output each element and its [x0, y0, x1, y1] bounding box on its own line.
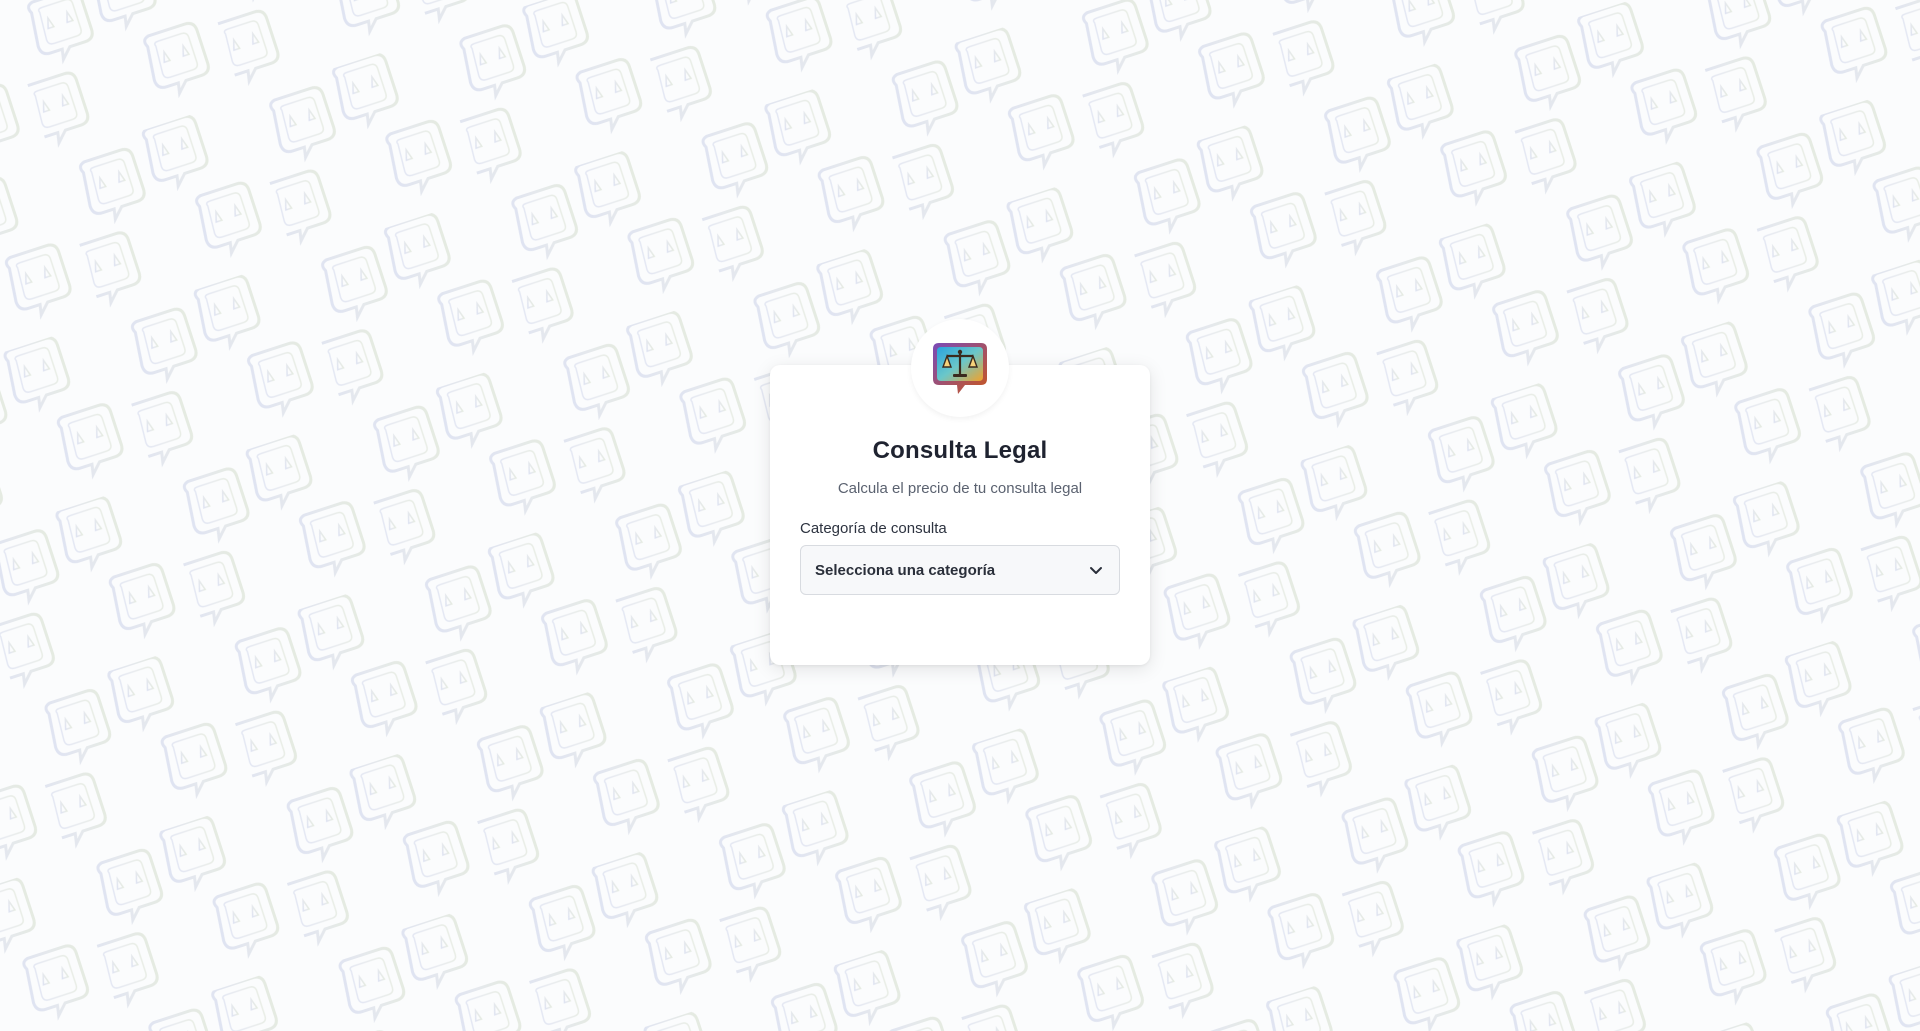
consultation-card: Consulta Legal Calcula el precio de tu c… [770, 319, 1150, 665]
category-label: Categoría de consulta [800, 520, 947, 537]
chevron-down-icon [1087, 561, 1105, 579]
category-select[interactable]: Selecciona una categoría [800, 545, 1120, 595]
category-select-value: Selecciona una categoría [815, 561, 996, 579]
page-title: Consulta Legal [872, 437, 1048, 464]
page-subtitle: Calcula el precio de tu consulta legal [837, 480, 1083, 497]
logo-badge [911, 319, 1009, 417]
scales-of-justice-chat-icon [933, 343, 987, 394]
